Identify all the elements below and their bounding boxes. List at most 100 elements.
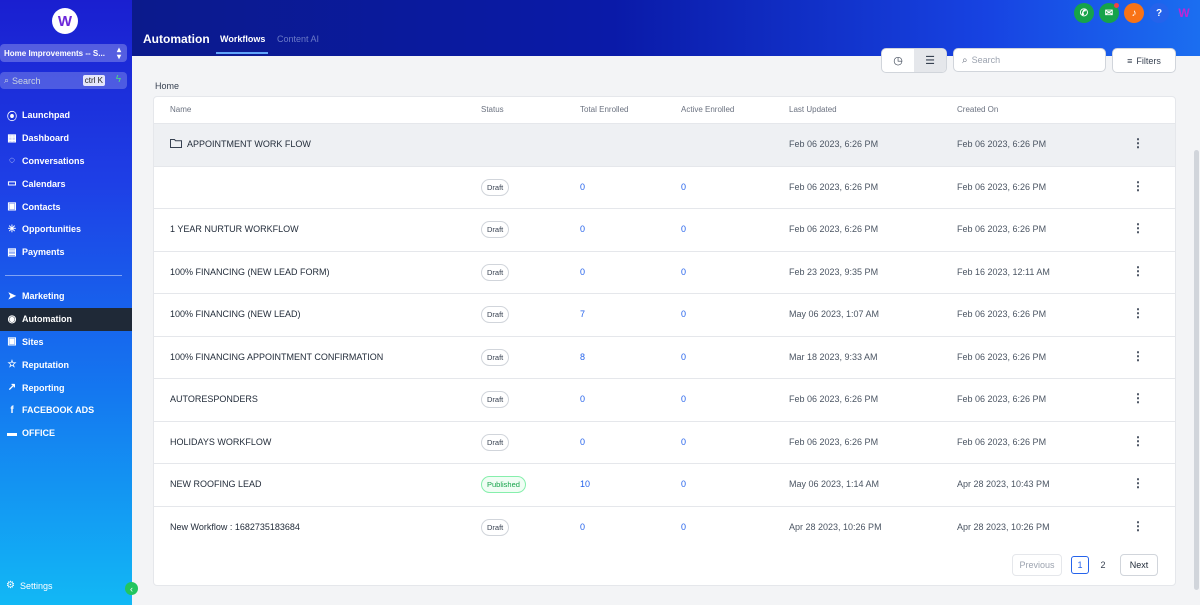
last-updated-value: Mar 18 2023, 9:33 AM (789, 351, 878, 362)
sidebar-nav-secondary: ➤ Marketing ◉ Automation ▣ Sites ☆ Reputation ↗ R… (0, 285, 132, 445)
table-row[interactable]: NEW ROOFING LEAD Published 10 0 May 06 2023,… (154, 463, 1175, 506)
total-enrolled-value[interactable]: 7 (580, 309, 585, 319)
sidebar-item-office[interactable]: ▬ OFFICE (0, 422, 132, 445)
total-enrolled-value[interactable]: 8 (580, 352, 585, 362)
bell-icon[interactable]: ♪ (1124, 3, 1144, 23)
sidebar-item-settings[interactable]: ⚙ Settings (6, 580, 53, 591)
sidebar-item-reputation[interactable]: ☆ Reputation (0, 353, 132, 376)
active-enrolled-value[interactable]: 0 (681, 309, 686, 319)
filters-label: Filters (1136, 55, 1161, 66)
table-row[interactable]: AUTORESPONDERS Draft 0 0 Feb 06 2023, 6:26 P… (154, 378, 1175, 421)
sidebar-item-contacts[interactable]: ▣ Contacts (0, 195, 132, 218)
filters-button[interactable]: ≡ Filters (1112, 48, 1176, 73)
breadcrumb[interactable]: Home (155, 81, 179, 91)
sidebar-item-sites[interactable]: ▣ Sites (0, 331, 132, 354)
scrollbar[interactable] (1194, 150, 1199, 590)
table-row[interactable]: 100% FINANCING (NEW LEAD FORM) Draft 0 0 Feb… (154, 250, 1175, 294)
clock-icon[interactable]: ◷ (882, 49, 914, 72)
total-enrolled-value[interactable]: 0 (580, 224, 585, 234)
created-on-value: Apr 28 2023, 10:43 PM (957, 479, 1050, 489)
workflow-name[interactable]: 100% FINANCING (NEW LEAD FORM) (170, 267, 330, 277)
more-options-icon[interactable]: ⋮ (1132, 220, 1144, 236)
sidebar-item-label: Marketing (22, 291, 65, 302)
total-enrolled-value[interactable]: 0 (580, 267, 585, 277)
total-enrolled-value[interactable]: 0 (580, 522, 585, 532)
sidebar-item-label: Reputation (22, 359, 69, 370)
lightning-icon[interactable]: ϟ (116, 74, 121, 85)
next-page-button[interactable]: Next (1120, 554, 1158, 576)
workflow-name[interactable]: AUTORESPONDERS (170, 394, 258, 404)
more-options-icon[interactable]: ⋮ (1132, 390, 1144, 406)
sidebar-item-marketing[interactable]: ➤ Marketing (0, 285, 132, 308)
folder-row[interactable]: APPOINTMENT WORK FLOW Feb 06 2023, 6:26 P… (154, 123, 1175, 166)
workflow-name[interactable]: APPOINTMENT WORK FLOW (187, 139, 311, 149)
table-row[interactable]: HOLIDAYS WORKFLOW Draft 0 0 Feb 06 2023, 6:2… (154, 420, 1175, 464)
column-name: Name (170, 105, 192, 114)
active-enrolled-value[interactable]: 0 (681, 394, 686, 404)
settings-label: Settings (19, 580, 53, 591)
page-1-button[interactable]: 1 (1071, 556, 1089, 574)
table-row[interactable]: Draft 0 0 Feb 06 2023, 6:26 PM Feb 06 2023, … (154, 165, 1175, 209)
table-row[interactable]: 100% FINANCING (NEW LEAD) Draft 7 0 May 06 2… (154, 293, 1175, 336)
created-on-value: Apr 28 2023, 10:26 PM (957, 521, 1050, 532)
active-tab-indicator (216, 52, 268, 54)
sidebar-item-opportunities[interactable]: ✳ Opportunities (0, 218, 132, 241)
sidebar-item-reporting[interactable]: ↗ Reporting (0, 376, 132, 399)
megaphone-icon[interactable]: ✉ (1099, 3, 1119, 23)
active-enrolled-value[interactable]: 0 (681, 479, 686, 489)
page-2-button[interactable]: 2 (1094, 556, 1112, 574)
brand-logo[interactable]: W (52, 8, 78, 34)
brand-icon[interactable]: W (1174, 3, 1194, 23)
status-badge: Draft (481, 221, 510, 238)
active-enrolled-value[interactable]: 0 (681, 437, 686, 447)
workflow-name[interactable]: 100% FINANCING (NEW LEAD) (170, 309, 301, 319)
column-created-on: Created On (957, 105, 999, 114)
sidebar-item-facebook-ads[interactable]: f FACEBOOK ADS (0, 399, 132, 422)
table-row[interactable]: 100% FINANCING APPOINTMENT CONFIRMATION D… (154, 335, 1175, 379)
more-options-icon[interactable]: ⋮ (1132, 348, 1144, 364)
phone-icon[interactable]: ✆ (1074, 3, 1094, 23)
last-updated-value: Feb 06 2023, 6:26 PM (789, 394, 879, 404)
workflow-name[interactable]: NEW ROOFING LEAD (170, 479, 262, 489)
table-row[interactable]: 1 YEAR NURTUR WORKFLOW Draft 0 0 Feb 06 2023… (154, 208, 1175, 251)
sidebar-item-launchpad[interactable]: ⦿ Launchpad (0, 104, 132, 127)
sidebar-item-dashboard[interactable]: ▦ Dashboard (0, 127, 132, 150)
more-options-icon[interactable]: ⋮ (1132, 305, 1144, 321)
sidebar-item-conversations[interactable]: ◌ Conversations (0, 150, 132, 173)
more-options-icon[interactable]: ⋮ (1132, 475, 1144, 491)
more-options-icon[interactable]: ⋮ (1132, 433, 1144, 449)
collapse-sidebar-button[interactable]: ‹ (125, 582, 138, 595)
help-icon[interactable]: ? (1149, 3, 1169, 23)
account-switcher[interactable]: Home Improvements -- S... ▴ ▾ (0, 44, 127, 62)
workflow-name[interactable]: New Workflow : 1682735183684 (170, 522, 300, 532)
tab-workflows[interactable]: Workflows (220, 34, 265, 44)
total-enrolled-value[interactable]: 0 (580, 437, 585, 447)
active-enrolled-value[interactable]: 0 (681, 224, 686, 234)
list-view-icon[interactable]: ☰ (914, 49, 946, 72)
active-enrolled-value[interactable]: 0 (681, 522, 686, 532)
workflow-search-input[interactable]: ⌕ Search (953, 48, 1106, 72)
workflow-name[interactable]: HOLIDAYS WORKFLOW (170, 437, 271, 447)
workflow-name[interactable]: 100% FINANCING APPOINTMENT CONFIRMATION (170, 352, 383, 362)
active-enrolled-value[interactable]: 0 (681, 182, 686, 192)
total-enrolled-value[interactable]: 10 (580, 479, 590, 489)
sidebar-item-automation[interactable]: ◉ Automation (0, 307, 132, 331)
more-options-icon[interactable]: ⋮ (1132, 518, 1144, 534)
sidebar-search[interactable]: ⌕ Search ctrl K ϟ (0, 72, 127, 89)
active-enrolled-value[interactable]: 0 (681, 352, 686, 362)
tab-content-ai[interactable]: Content AI (277, 34, 319, 44)
previous-page-button[interactable]: Previous (1012, 554, 1062, 576)
last-updated-value: May 06 2023, 1:07 AM (789, 309, 880, 319)
sidebar-item-calendars[interactable]: ▭ Calendars (0, 172, 132, 195)
total-enrolled-value[interactable]: 0 (580, 182, 585, 192)
more-options-icon[interactable]: ⋮ (1132, 178, 1144, 194)
sidebar-item-payments[interactable]: ▤ Payments (0, 241, 132, 264)
active-enrolled-value[interactable]: 0 (681, 267, 686, 277)
more-options-icon[interactable]: ⋮ (1132, 263, 1144, 279)
last-updated-value: May 06 2023, 1:14 AM (789, 479, 880, 489)
workflow-name[interactable]: 1 YEAR NURTUR WORKFLOW (170, 224, 299, 234)
more-options-icon[interactable]: ⋮ (1132, 135, 1144, 151)
table-row[interactable]: New Workflow : 1682735183684 Draft 0 0 Apr 2… (154, 505, 1175, 549)
total-enrolled-value[interactable]: 0 (580, 394, 585, 404)
launchpad-icon: ⦿ (7, 111, 17, 123)
